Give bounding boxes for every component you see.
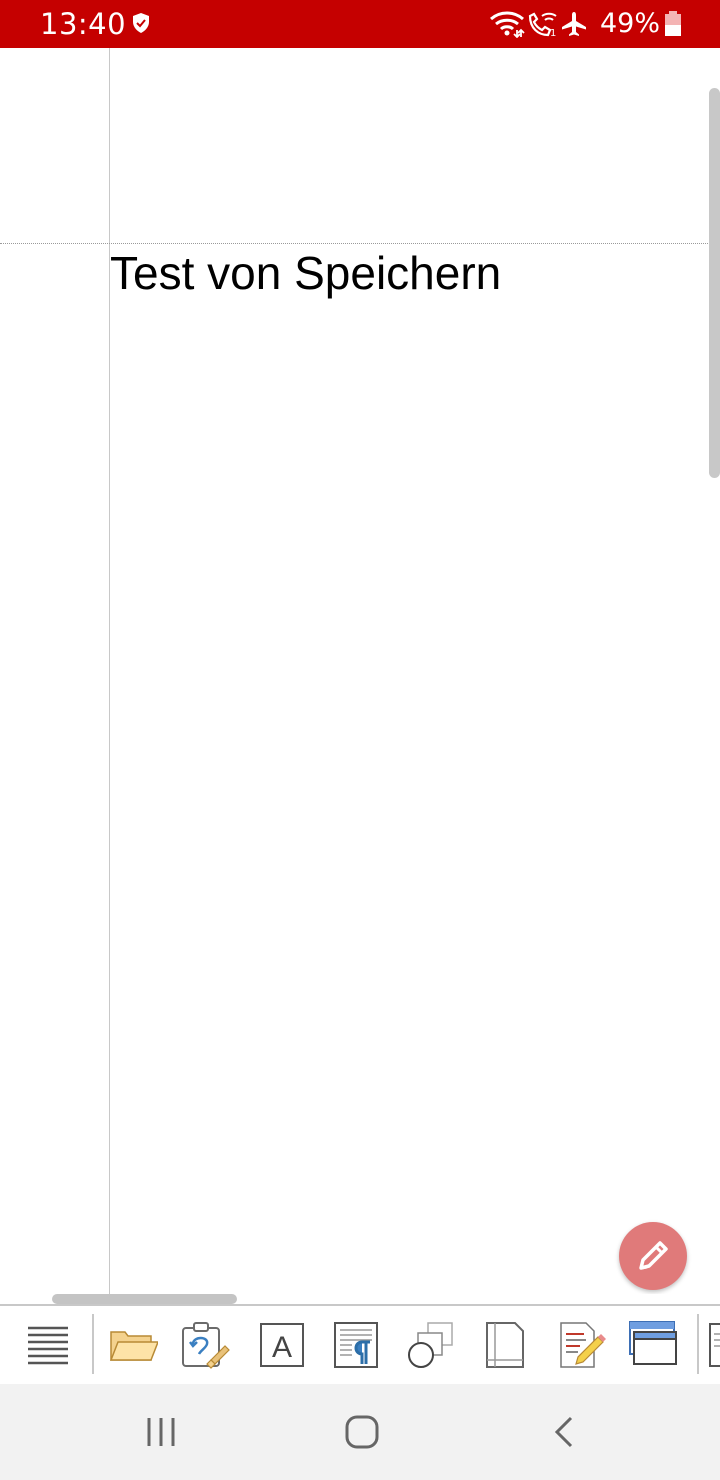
toolbar-separator	[92, 1314, 94, 1374]
review-edit-icon[interactable]	[556, 1320, 606, 1370]
wifi-call-icon: 1	[528, 12, 557, 38]
status-time: 13:40	[40, 7, 127, 41]
open-folder-icon[interactable]	[108, 1320, 158, 1370]
shield-icon	[133, 13, 149, 33]
pencil-icon	[639, 1241, 668, 1270]
status-bar: 13:40 1 49%	[0, 0, 720, 48]
airplane-icon	[562, 12, 586, 36]
recents-icon[interactable]	[141, 1412, 181, 1452]
top-margin-line	[0, 243, 710, 244]
wifi-icon	[490, 11, 525, 38]
character-format-icon[interactable]: A	[257, 1320, 307, 1370]
window-view-icon[interactable]	[628, 1320, 678, 1370]
edit-fab-button[interactable]	[619, 1222, 687, 1290]
more-icon[interactable]	[708, 1320, 720, 1370]
vertical-scrollbar[interactable]	[709, 88, 720, 478]
clipboard-format-icon[interactable]	[181, 1320, 231, 1370]
left-margin-line	[109, 48, 110, 1294]
document-text[interactable]: Test von Speichern	[110, 246, 501, 300]
page-layout-icon[interactable]	[480, 1320, 530, 1370]
navigation-bar	[0, 1384, 720, 1480]
horizontal-scrollbar[interactable]	[52, 1294, 237, 1304]
home-icon[interactable]	[342, 1412, 382, 1452]
menu-icon[interactable]	[23, 1320, 73, 1370]
svg-text:A: A	[272, 1331, 292, 1364]
document-canvas[interactable]: Test von Speichern	[0, 48, 720, 1294]
battery-icon	[665, 11, 681, 36]
paragraph-format-icon[interactable]	[332, 1320, 382, 1370]
battery-percent: 49%	[600, 8, 661, 39]
back-icon[interactable]	[545, 1412, 585, 1452]
toolbar-separator	[697, 1314, 699, 1374]
svg-text:1: 1	[550, 28, 556, 38]
bottom-toolbar: A	[0, 1306, 720, 1384]
shapes-icon[interactable]	[406, 1320, 456, 1370]
